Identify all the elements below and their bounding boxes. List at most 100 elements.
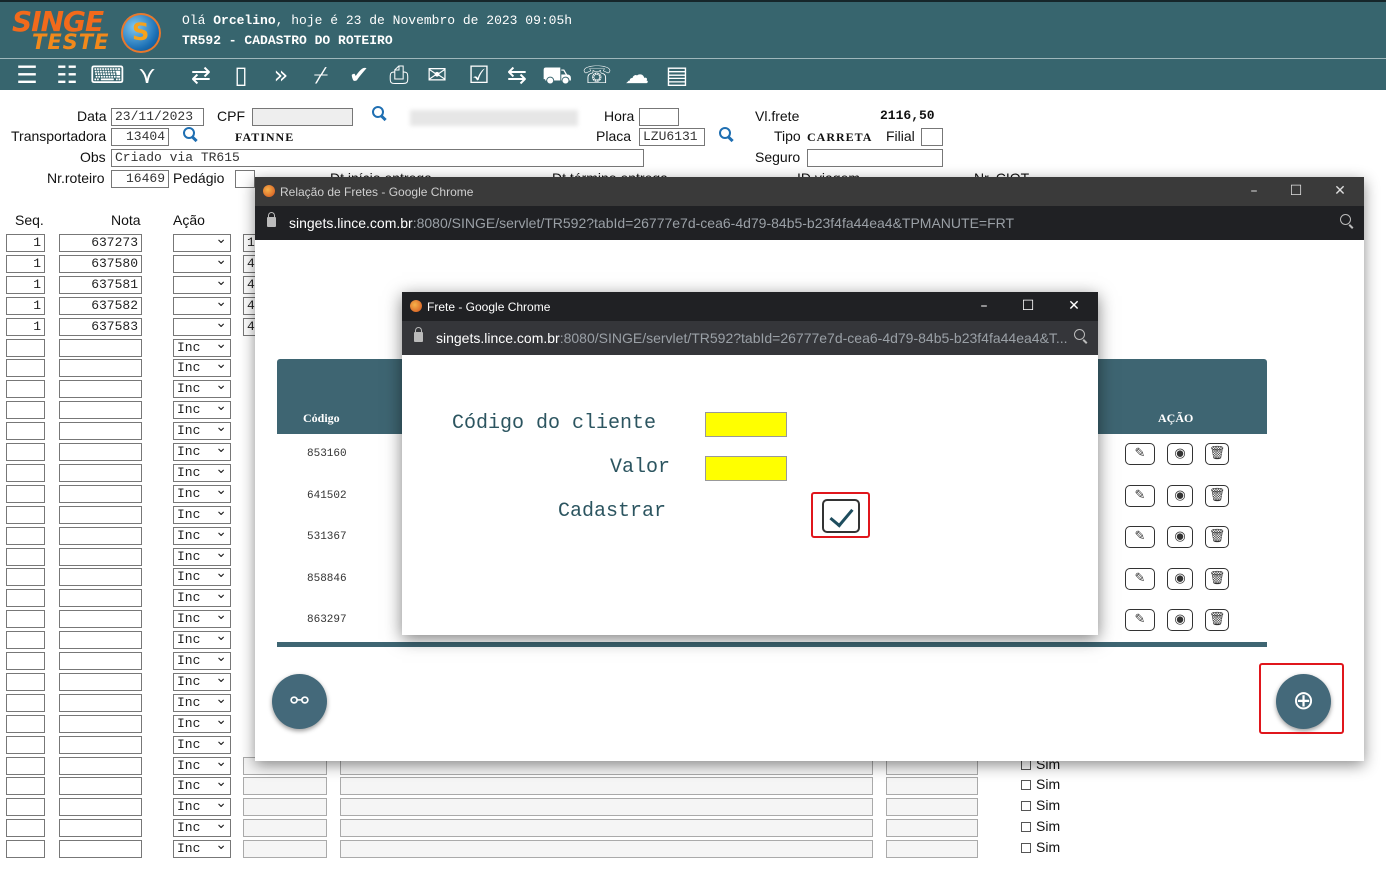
nota-cell[interactable] xyxy=(59,819,142,837)
acao-select[interactable] xyxy=(173,315,231,336)
nota-cell[interactable]: 637581 xyxy=(59,276,142,294)
seq-cell[interactable] xyxy=(6,819,45,837)
obs-field[interactable]: Criado via TR615 xyxy=(111,149,644,167)
cpf-field[interactable] xyxy=(252,108,353,126)
seq-cell[interactable] xyxy=(6,464,45,482)
checklist-icon[interactable]: ☷ xyxy=(50,61,84,89)
seq-cell[interactable]: 1 xyxy=(6,234,45,252)
edit-icon[interactable]: ✎ xyxy=(1125,443,1155,465)
seq-cell[interactable]: 1 xyxy=(6,318,45,336)
data-field[interactable]: 23/11/2023 xyxy=(111,108,204,126)
view-icon[interactable]: ◉ xyxy=(1167,443,1193,465)
view-icon[interactable]: ◉ xyxy=(1167,484,1193,507)
nota-cell[interactable] xyxy=(59,694,142,712)
search-icon[interactable] xyxy=(183,127,197,141)
seq-cell[interactable] xyxy=(6,652,45,670)
edit-icon[interactable]: ✎ xyxy=(1125,567,1155,590)
seq-cell[interactable] xyxy=(6,506,45,524)
seq-cell[interactable] xyxy=(6,548,45,566)
seq-cell[interactable]: 1 xyxy=(6,255,45,273)
seq-cell[interactable] xyxy=(6,380,45,398)
nota-cell[interactable]: 637582 xyxy=(59,297,142,315)
trash-icon[interactable]: 🗑 xyxy=(1205,484,1229,507)
seq-cell[interactable] xyxy=(6,715,45,733)
seq-cell[interactable] xyxy=(6,610,45,628)
acao-select[interactable] xyxy=(173,231,231,252)
tasks-icon[interactable]: ☑ xyxy=(462,61,496,89)
trash-icon[interactable]: 🗑 xyxy=(1205,443,1229,465)
close-icon[interactable]: ✕ xyxy=(1330,181,1350,201)
broom-icon[interactable]: ⌿ xyxy=(304,61,338,89)
sim-checkbox[interactable] xyxy=(1021,801,1031,811)
grid-cell[interactable] xyxy=(243,777,327,795)
acao-select[interactable] xyxy=(173,294,231,315)
zoom-icon[interactable] xyxy=(1074,329,1088,343)
nota-cell[interactable] xyxy=(59,548,142,566)
acao-select[interactable]: Inc xyxy=(173,440,231,461)
acao-select[interactable]: Inc xyxy=(173,691,231,712)
sim-checkbox[interactable] xyxy=(1021,843,1031,853)
nrroteiro-field[interactable]: 16469 xyxy=(111,170,169,188)
nota-cell[interactable] xyxy=(59,631,142,649)
nota-cell[interactable] xyxy=(59,589,142,607)
grid-cell[interactable] xyxy=(243,798,327,816)
acao-select[interactable]: Inc xyxy=(173,482,231,503)
acao-select[interactable]: Inc xyxy=(173,837,231,858)
acao-select[interactable]: Inc xyxy=(173,503,231,524)
seguro-field[interactable] xyxy=(807,149,943,167)
nota-cell[interactable] xyxy=(59,422,142,440)
seq-cell[interactable] xyxy=(6,631,45,649)
seq-cell[interactable] xyxy=(6,527,45,545)
nota-cell[interactable] xyxy=(59,380,142,398)
search-icon[interactable] xyxy=(372,106,386,120)
acao-select[interactable]: Inc xyxy=(173,419,231,440)
nota-cell[interactable] xyxy=(59,610,142,628)
keyboard-icon[interactable]: ⌨ xyxy=(90,61,125,89)
valor-field[interactable] xyxy=(705,456,787,481)
seq-cell[interactable] xyxy=(6,777,45,795)
nota-cell[interactable]: 637580 xyxy=(59,255,142,273)
acao-select[interactable]: Inc xyxy=(173,649,231,670)
edit-icon[interactable]: ✎ xyxy=(1125,526,1155,548)
grid-cell[interactable] xyxy=(340,777,873,795)
grid-cell[interactable] xyxy=(340,840,873,858)
acao-select[interactable]: Inc xyxy=(173,377,231,398)
phone-icon[interactable]: ☏ xyxy=(580,61,614,89)
seq-cell[interactable] xyxy=(6,422,45,440)
acao-select[interactable]: Inc xyxy=(173,795,231,816)
seq-cell[interactable] xyxy=(6,568,45,586)
nota-cell[interactable] xyxy=(59,485,142,503)
book-icon[interactable]: ▯ xyxy=(224,61,258,89)
acao-select[interactable]: Inc xyxy=(173,461,231,482)
nota-cell[interactable] xyxy=(59,527,142,545)
truck-icon[interactable]: ⛟ xyxy=(540,61,574,89)
seq-cell[interactable] xyxy=(6,840,45,858)
nota-cell[interactable] xyxy=(59,339,142,357)
grid-cell[interactable] xyxy=(886,819,978,837)
check-icon[interactable]: ✔ xyxy=(342,61,376,89)
minimize-icon[interactable]: – xyxy=(1244,181,1264,201)
transfer-icon[interactable]: ⇆ xyxy=(500,61,534,89)
acao-select[interactable]: Inc xyxy=(173,733,231,754)
acao-select[interactable] xyxy=(173,252,231,273)
nota-cell[interactable] xyxy=(59,798,142,816)
sim-checkbox[interactable] xyxy=(1021,760,1031,770)
sim-checkbox[interactable] xyxy=(1021,780,1031,790)
acao-select[interactable]: Inc xyxy=(173,565,231,586)
fretes-address-bar[interactable]: singets.lince.com.br:8080/SINGE/servlet/… xyxy=(255,206,1364,240)
nota-cell[interactable] xyxy=(59,443,142,461)
grid-cell[interactable] xyxy=(886,840,978,858)
grid-cell[interactable] xyxy=(340,819,873,837)
grid-cell[interactable] xyxy=(886,777,978,795)
trash-icon[interactable]: 🗑 xyxy=(1205,567,1229,590)
edit-icon[interactable]: ✎ xyxy=(1125,609,1155,631)
grid-cell[interactable] xyxy=(886,798,978,816)
placa-field[interactable]: LZU6131 xyxy=(639,128,705,146)
view-icon[interactable]: ◉ xyxy=(1167,526,1193,548)
transportadora-field[interactable]: 13404 xyxy=(111,128,169,146)
acao-select[interactable]: Inc xyxy=(173,754,231,775)
email-icon[interactable]: ✉ xyxy=(420,61,454,89)
seq-cell[interactable] xyxy=(6,798,45,816)
nota-cell[interactable] xyxy=(59,464,142,482)
seq-cell[interactable] xyxy=(6,673,45,691)
